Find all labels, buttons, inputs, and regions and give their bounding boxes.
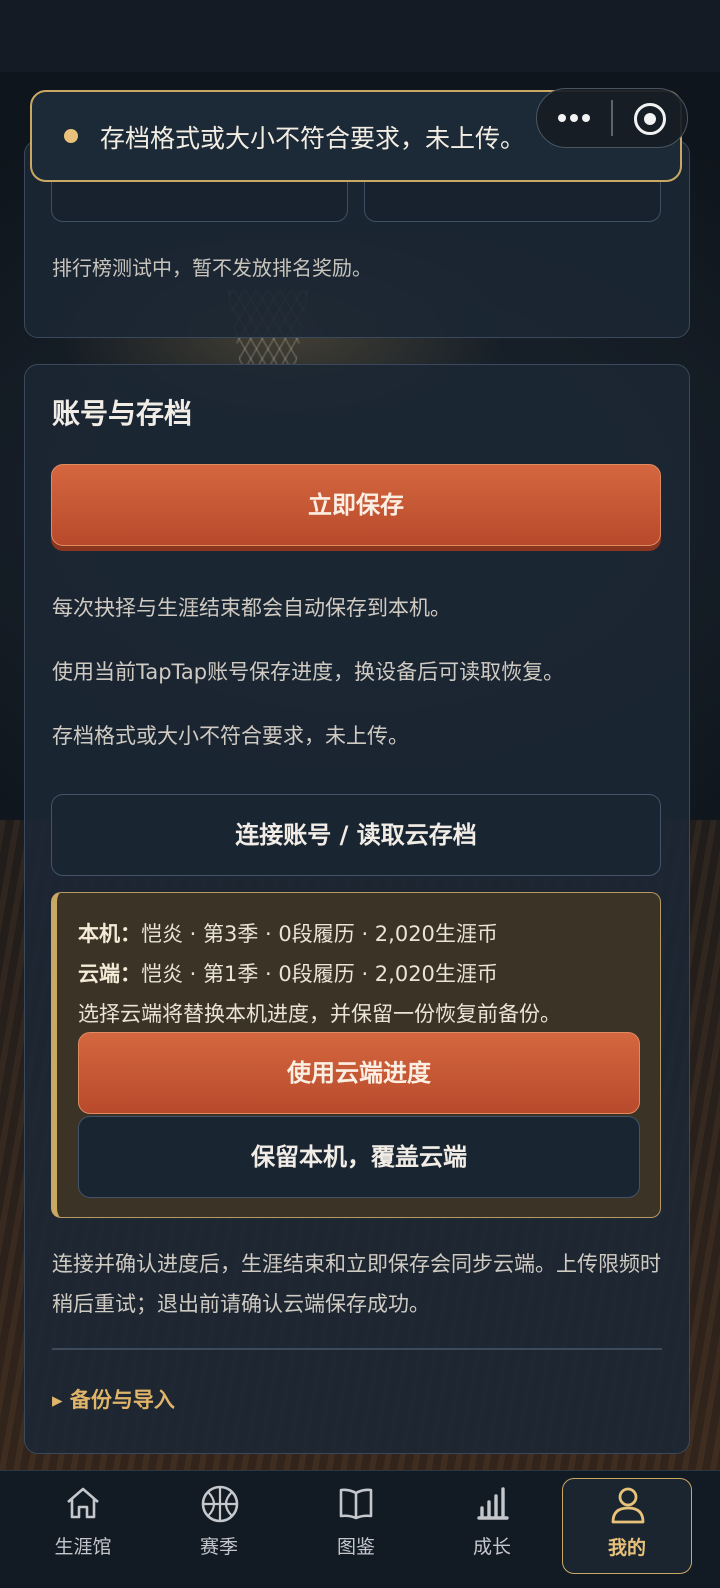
tab-growth[interactable]: 成长 — [427, 1478, 557, 1574]
more-dots-icon[interactable] — [554, 104, 594, 132]
save-now-button[interactable]: 立即保存 — [51, 464, 661, 546]
tab-career-hall[interactable]: 生涯馆 — [18, 1478, 148, 1574]
upload-error-info: 存档格式或大小不符合要求，未上传。 — [52, 724, 409, 748]
tab-mine[interactable]: 我的 — [562, 1478, 692, 1574]
tab-label: 图鉴 — [336, 1536, 375, 1558]
close-target-icon[interactable] — [634, 103, 666, 135]
conflict-hint: 选择云端将替换本机进度，并保留一份恢复前备份。 — [78, 1002, 561, 1026]
local-save-key: 本机： — [78, 922, 141, 946]
section-title: 账号与存档 — [52, 397, 193, 430]
basketball-icon — [201, 1485, 239, 1523]
cloud-save-summary: 云端：恺炎 · 第1季 · 0段履历 · 2,020生涯币 — [78, 958, 498, 988]
tab-season[interactable]: 赛季 — [154, 1478, 284, 1574]
toast-dot-icon — [64, 129, 78, 143]
divider — [52, 1348, 662, 1350]
book-icon — [339, 1488, 373, 1520]
local-save-value: 恺炎 · 第3季 · 0段履历 · 2,020生涯币 — [141, 922, 498, 946]
connect-account-button[interactable]: 连接账号 / 读取云存档 — [51, 794, 661, 876]
cloud-save-key: 云端： — [78, 962, 141, 986]
capsule-separator — [611, 100, 613, 136]
auto-save-info: 每次抉择与生涯结束都会自动保存到本机。 — [52, 596, 451, 620]
use-cloud-button[interactable]: 使用云端进度 — [78, 1032, 640, 1114]
tab-collection[interactable]: 图鉴 — [291, 1478, 421, 1574]
leaderboard-note: 排行榜测试中，暂不发放排名奖励。 — [52, 256, 372, 280]
tab-label: 成长 — [472, 1536, 511, 1558]
user-icon — [611, 1487, 645, 1524]
backup-import-toggle[interactable]: ▸ 备份与导入 — [52, 1384, 175, 1414]
keep-local-button[interactable]: 保留本机，覆盖云端 — [78, 1116, 640, 1198]
cloud-save-value: 恺炎 · 第1季 · 0段履历 · 2,020生涯币 — [141, 962, 498, 986]
account-save-info: 使用当前TapTap账号保存进度，换设备后可读取恢复。 — [52, 660, 565, 684]
tab-label: 我的 — [607, 1537, 646, 1559]
bar-chart-icon — [477, 1487, 509, 1520]
toast-message: 存档格式或大小不符合要求，未上传。 — [100, 124, 526, 153]
local-save-summary: 本机：恺炎 · 第3季 · 0段履历 · 2,020生涯币 — [78, 918, 498, 948]
tab-label: 生涯馆 — [54, 1536, 112, 1558]
home-icon — [67, 1487, 99, 1519]
sync-note: 连接并确认进度后，生涯结束和立即保存会同步云端。上传限频时稍后重试；退出前请确认… — [52, 1252, 661, 1316]
tab-label: 赛季 — [199, 1536, 238, 1558]
status-bar — [0, 0, 720, 72]
